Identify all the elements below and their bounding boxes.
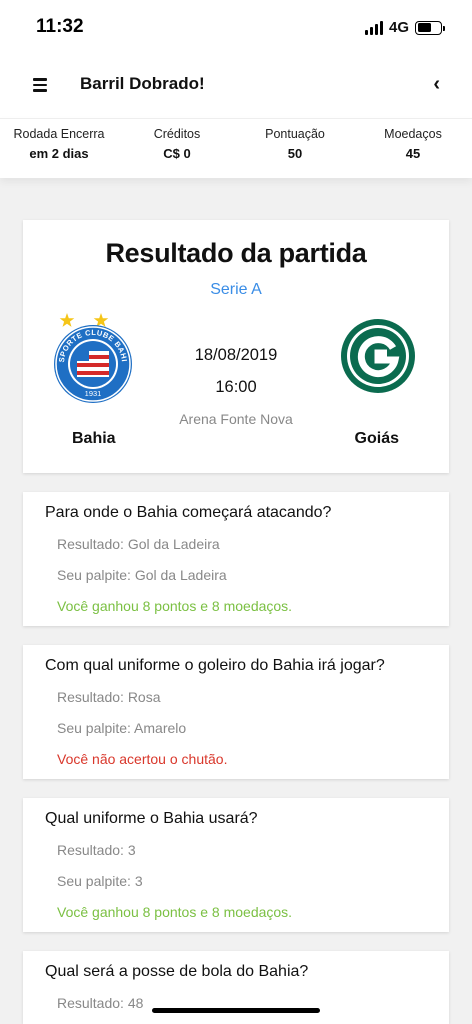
goias-crest-icon: [341, 319, 415, 393]
status-icons: 4G: [364, 19, 445, 36]
match-title: Resultado da partida: [105, 238, 367, 268]
question-card: Com qual uniforme o goleiro do Bahia irá…: [23, 645, 449, 779]
chevron-left-icon[interactable]: ‹: [433, 73, 440, 96]
stat-label: Rodada Encerra: [13, 127, 105, 141]
signal-icon: [364, 20, 383, 35]
star-icon: [59, 313, 75, 327]
hamburger-menu-icon[interactable]: [33, 78, 47, 92]
question-guess: Seu palpite: 3: [57, 873, 143, 889]
stat-label: Pontuação: [265, 127, 325, 141]
home-indicator[interactable]: [152, 1008, 320, 1013]
stat-value: em 2 dias: [29, 146, 89, 161]
app-title: Barril Dobrado!: [80, 74, 205, 93]
stat-value: C$ 0: [163, 146, 191, 161]
network-type: 4G: [388, 19, 409, 36]
match-league[interactable]: Serie A: [23, 281, 449, 299]
battery-icon: [415, 20, 445, 35]
stat-value: 50: [287, 146, 303, 161]
stat-creditos: Créditos C$ 0: [118, 127, 236, 178]
question-outcome: Você ganhou 8 pontos e 8 moedaços.: [57, 598, 293, 614]
status-bar: 11:32 4G: [0, 0, 472, 56]
stat-value: 45: [405, 146, 421, 161]
stat-label: Moedaços: [384, 127, 442, 141]
question-card: Qual será a posse de bola do Bahia? Resu…: [23, 951, 449, 1024]
stat-label: Créditos: [153, 127, 201, 141]
question-outcome: Você não acertou o chutão.: [57, 751, 228, 767]
question-text: Para onde o Bahia começará atacando?: [45, 504, 332, 521]
stat-moedacos: Moedaços 45: [354, 127, 472, 178]
question-outcome: Você ganhou 8 pontos e 8 moedaços.: [57, 904, 293, 920]
question-result: Resultado: Gol da Ladeira: [57, 536, 220, 552]
stat-rodada: Rodada Encerra em 2 dias: [0, 127, 118, 178]
question-card: Qual uniforme o Bahia usará? Resultado: …: [23, 798, 449, 932]
question-text: Com qual uniforme o goleiro do Bahia irá…: [45, 657, 385, 674]
match-result-card: Resultado da partida Serie A ESPORTE CLU…: [23, 220, 449, 473]
match-venue: Arena Fonte Nova: [179, 411, 293, 427]
team-home-name: Bahia: [72, 430, 116, 447]
question-guess: Seu palpite: Gol da Ladeira: [57, 567, 227, 583]
stats-bar: Rodada Encerra em 2 dias Créditos C$ 0 P…: [0, 118, 472, 178]
star-icon: [93, 313, 109, 327]
team-away-name: Goiás: [354, 430, 399, 447]
status-time: 11:32: [36, 16, 84, 37]
question-guess: Seu palpite: Amarelo: [57, 720, 187, 736]
question-result: Resultado: 3: [57, 842, 136, 858]
question-card: Para onde o Bahia começará atacando? Res…: [23, 492, 449, 626]
app-header: Barril Dobrado! ‹: [0, 56, 472, 118]
question-result: Resultado: Rosa: [57, 689, 161, 705]
question-text: Qual será a posse de bola do Bahia?: [45, 963, 309, 980]
question-text: Qual uniforme o Bahia usará?: [45, 810, 258, 827]
stat-pontuacao: Pontuação 50: [236, 127, 354, 178]
